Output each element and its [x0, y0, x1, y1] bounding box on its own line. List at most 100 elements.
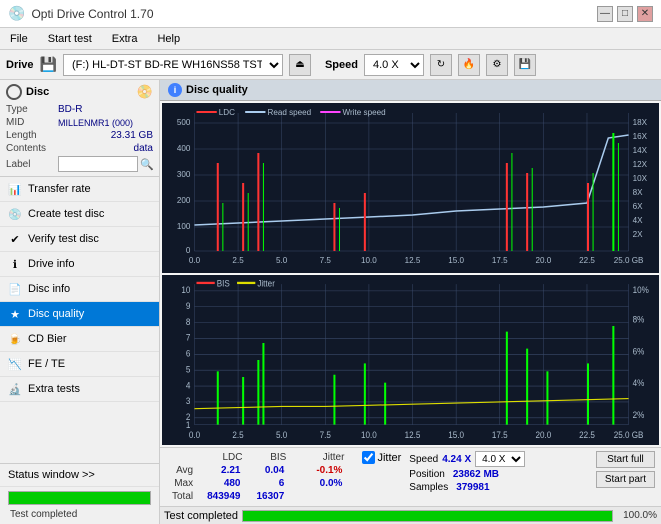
svg-text:15.0: 15.0: [448, 256, 464, 265]
save-btn[interactable]: 💾: [514, 54, 536, 76]
stats-total-bis: 16307: [249, 490, 293, 503]
cd-bier-icon: 🍺: [8, 332, 22, 346]
charts-container: 500 400 300 200 100 0 18X 16X 14X 12X 10…: [160, 101, 661, 447]
stats-speed-select[interactable]: 4.0 X: [475, 451, 525, 467]
start-full-button[interactable]: Start full: [596, 451, 655, 468]
stats-empty-header: [166, 451, 199, 464]
contents-value: data: [58, 143, 153, 154]
svg-text:7.5: 7.5: [320, 430, 331, 441]
position-label: Position: [409, 469, 445, 480]
disc-icon: [6, 84, 22, 100]
svg-text:14X: 14X: [633, 146, 648, 155]
svg-text:10.0: 10.0: [361, 256, 377, 265]
drive-icon: 💾: [40, 56, 57, 73]
jitter-checkbox[interactable]: [362, 451, 375, 464]
window-title: Opti Drive Control 1.70: [31, 7, 153, 21]
stats-max-bis: 6: [249, 477, 293, 490]
dq-icon: i: [168, 83, 182, 97]
sidebar-item-label-create-test-disc: Create test disc: [28, 208, 104, 220]
sidebar-item-drive-info[interactable]: ℹ Drive info: [0, 252, 159, 277]
disc-quality-icon: ★: [8, 307, 22, 321]
sidebar-item-create-test-disc[interactable]: 💿 Create test disc: [0, 202, 159, 227]
eject-btn[interactable]: ⏏: [289, 54, 311, 76]
start-part-button[interactable]: Start part: [596, 471, 655, 488]
sidebar-item-label-transfer-rate: Transfer rate: [28, 183, 91, 195]
stats-jitter-header: Jitter: [308, 451, 350, 464]
svg-text:25.0 GB: 25.0 GB: [614, 430, 644, 441]
sidebar-item-verify-test-disc[interactable]: ✔ Verify test disc: [0, 227, 159, 252]
svg-text:400: 400: [177, 144, 191, 153]
stats-area: LDC BIS Jitter Avg 2.21 0.04 -0.1% Max 4…: [160, 447, 661, 506]
menu-file[interactable]: File: [4, 31, 34, 47]
disc-label-label: Label: [6, 159, 58, 170]
svg-text:4: 4: [186, 380, 191, 391]
svg-text:0: 0: [186, 246, 191, 255]
sidebar-item-disc-quality[interactable]: ★ Disc quality: [0, 302, 159, 327]
burn-btn[interactable]: 🔥: [458, 54, 480, 76]
svg-text:15.0: 15.0: [448, 430, 464, 441]
length-value: 23.31 GB: [58, 130, 153, 141]
stats-ldc-header: LDC: [199, 451, 248, 464]
svg-text:22.5: 22.5: [579, 256, 595, 265]
stats-max-ldc: 480: [199, 477, 248, 490]
chart1-svg: 500 400 300 200 100 0 18X 16X 14X 12X 10…: [162, 103, 659, 273]
svg-text:22.5: 22.5: [579, 430, 595, 441]
sidebar-item-fe-te[interactable]: 📉 FE / TE: [0, 352, 159, 377]
mid-label: MID: [6, 117, 58, 128]
disc-quality-title: Disc quality: [186, 84, 248, 96]
chart2-area: 10 9 8 7 6 5 4 3 2 1 10% 8% 6% 4% 2%: [162, 275, 659, 445]
settings-btn[interactable]: ⚙: [486, 54, 508, 76]
svg-text:10%: 10%: [633, 285, 650, 296]
content-area: i Disc quality: [160, 80, 661, 524]
jitter-checkbox-area: Jitter: [362, 451, 401, 464]
samples-label: Samples: [409, 482, 448, 493]
stats-total-label: Total: [166, 490, 199, 503]
svg-text:LDC: LDC: [219, 108, 235, 117]
speed-select[interactable]: 4.0 X: [364, 54, 424, 76]
svg-text:0.0: 0.0: [189, 430, 200, 441]
minimize-btn[interactable]: —: [597, 6, 613, 22]
main-area: Disc 📀 Type BD-R MID MILLENMR1 (000) Len…: [0, 80, 661, 524]
stats-table: LDC BIS Jitter Avg 2.21 0.04 -0.1% Max 4…: [166, 451, 350, 503]
svg-text:9: 9: [186, 301, 191, 312]
drive-select[interactable]: (F:) HL-DT-ST BD-RE WH16NS58 TST4: [63, 54, 283, 76]
svg-text:1: 1: [186, 420, 191, 431]
svg-text:6: 6: [186, 348, 191, 359]
fe-te-icon: 📉: [8, 357, 22, 371]
sidebar-item-label-extra-tests: Extra tests: [28, 383, 80, 395]
jitter-label: Jitter: [377, 452, 401, 464]
svg-text:25.0 GB: 25.0 GB: [614, 256, 644, 265]
sidebar-item-disc-info[interactable]: 📄 Disc info: [0, 277, 159, 302]
sidebar-item-extra-tests[interactable]: 🔬 Extra tests: [0, 377, 159, 402]
svg-text:17.5: 17.5: [492, 430, 508, 441]
status-window-btn[interactable]: Status window >>: [0, 463, 159, 487]
sidebar-item-cd-bier[interactable]: 🍺 CD Bier: [0, 327, 159, 352]
svg-text:12.5: 12.5: [405, 256, 421, 265]
menu-start-test[interactable]: Start test: [42, 31, 98, 47]
svg-text:10: 10: [181, 285, 190, 296]
svg-text:BIS: BIS: [217, 278, 230, 289]
sidebar-item-label-verify-test-disc: Verify test disc: [28, 233, 99, 245]
window-controls: — □ ✕: [597, 6, 653, 22]
svg-text:2%: 2%: [633, 409, 645, 420]
speed-label: Speed: [325, 59, 358, 71]
disc-label-input[interactable]: [58, 156, 138, 172]
chart1-area: 500 400 300 200 100 0 18X 16X 14X 12X 10…: [162, 103, 659, 273]
menu-extra[interactable]: Extra: [106, 31, 144, 47]
svg-text:500: 500: [177, 118, 191, 127]
menu-help[interactable]: Help: [151, 31, 186, 47]
verify-test-disc-icon: ✔: [8, 232, 22, 246]
stats-total-jitter: [308, 490, 350, 503]
svg-text:2.5: 2.5: [232, 256, 244, 265]
svg-text:5.0: 5.0: [276, 430, 287, 441]
svg-text:8X: 8X: [633, 188, 644, 197]
sidebar-item-label-fe-te: FE / TE: [28, 358, 65, 370]
bottom-progress: Test completed 100.0%: [160, 506, 661, 524]
close-btn[interactable]: ✕: [637, 6, 653, 22]
refresh-btn[interactable]: ↻: [430, 54, 452, 76]
sidebar-item-transfer-rate[interactable]: 📊 Transfer rate: [0, 177, 159, 202]
svg-text:6%: 6%: [633, 346, 645, 357]
maximize-btn[interactable]: □: [617, 6, 633, 22]
disc-label-icon[interactable]: 🔍: [140, 158, 154, 171]
stats-total-ldc: 843949: [199, 490, 248, 503]
